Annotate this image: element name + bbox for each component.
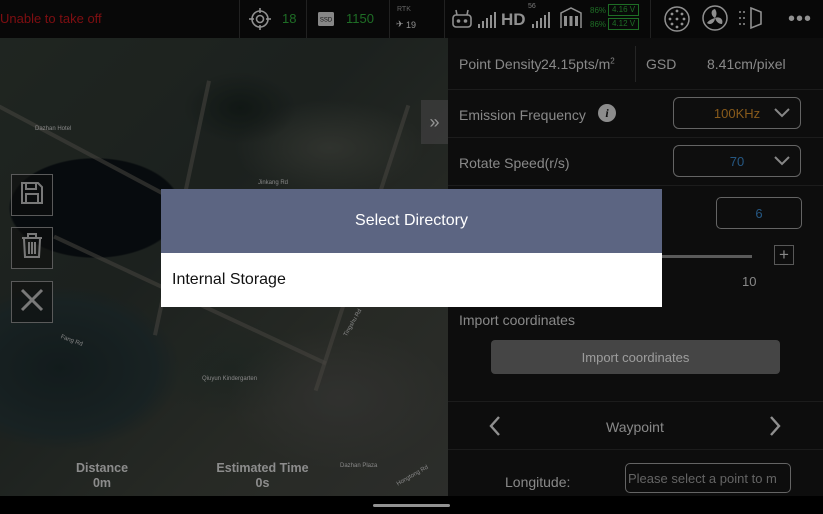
select-directory-dialog: Select Directory Internal Storage	[161, 189, 662, 307]
dialog-title: Select Directory	[161, 189, 662, 253]
directory-option-internal-storage[interactable]: Internal Storage	[161, 253, 662, 307]
